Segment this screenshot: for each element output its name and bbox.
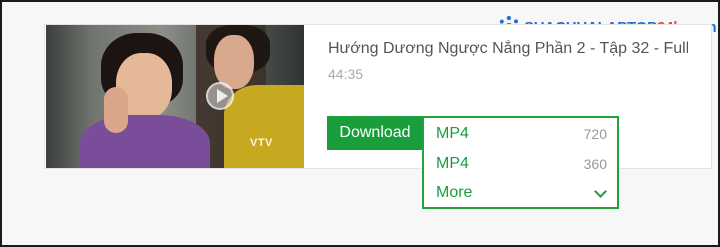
video-title[interactable]: Hướng Dương Ngược Nắng Phần 2 - Tập 32 -… — [328, 40, 688, 58]
video-duration: 44:35 — [328, 66, 364, 82]
option-mp4-720[interactable]: MP4 — [436, 125, 469, 143]
video-thumbnail[interactable]: VTV — [46, 25, 304, 168]
download-button[interactable]: Download — [327, 116, 423, 150]
channel-logo: VTV — [250, 137, 273, 149]
chevron-down-icon[interactable] — [594, 185, 607, 198]
option-mp4-360[interactable]: MP4 — [436, 155, 469, 173]
download-options-menu: MP4 720 MP4 360 More — [422, 116, 619, 209]
option-resolution-720: 720 — [583, 126, 607, 142]
more-options[interactable]: More — [436, 184, 472, 202]
option-resolution-360: 360 — [583, 156, 607, 172]
play-icon[interactable] — [206, 82, 234, 110]
